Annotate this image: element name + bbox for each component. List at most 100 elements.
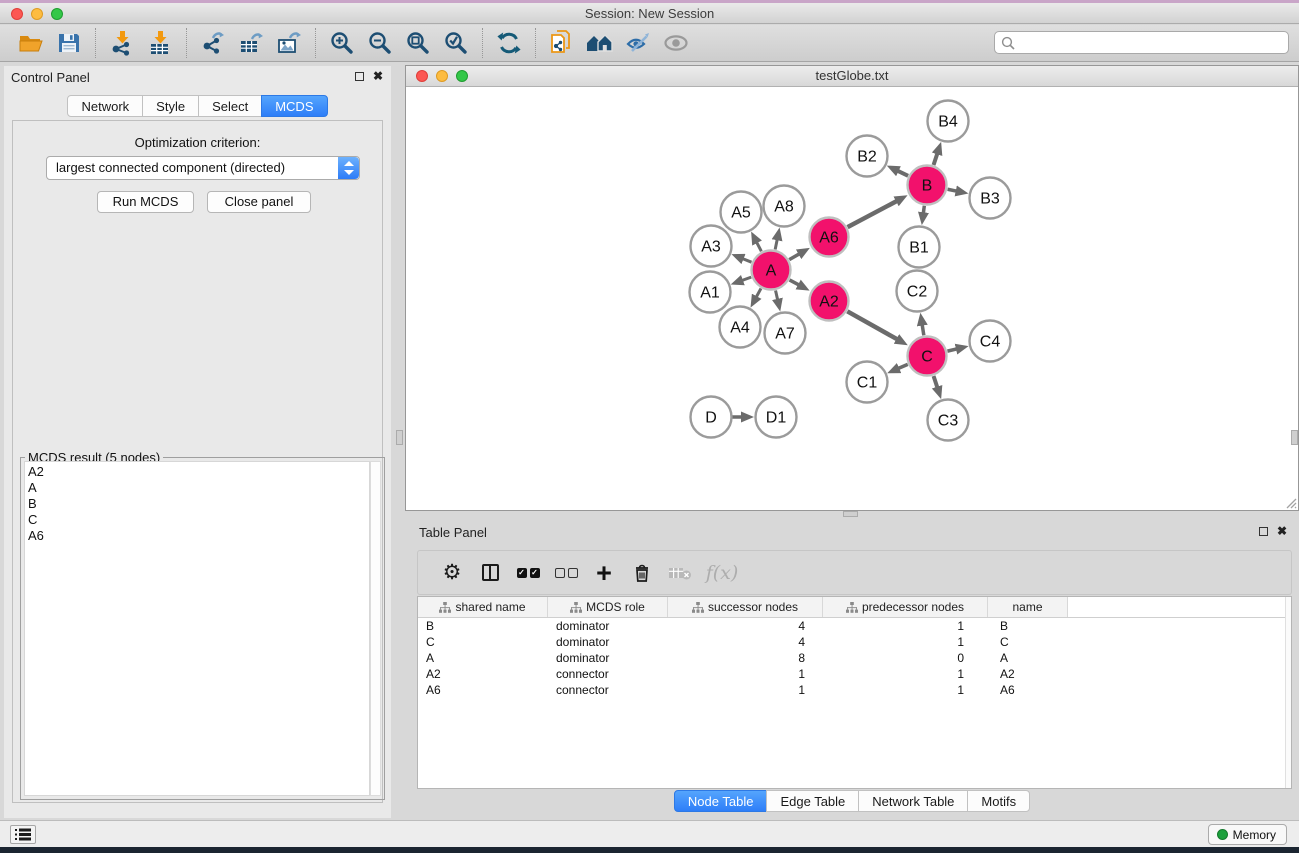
graph-edge-B-B3[interactable]	[948, 189, 959, 191]
graph-edge-C-C3[interactable]	[934, 376, 938, 390]
column-header-successor-nodes[interactable]: successor nodes	[668, 597, 823, 617]
network-graph-canvas[interactable]: AA1A2A3A4A5A6A7A8BB1B2B3B4CC1C2C3C4DD1	[406, 87, 1298, 510]
tab-mcds[interactable]: MCDS	[261, 95, 327, 117]
zoom-selected-icon[interactable]	[437, 27, 475, 59]
export-network-icon[interactable]	[194, 27, 232, 59]
graph-node-label-B1: B1	[909, 240, 929, 257]
graph-edge-C-C1[interactable]	[896, 364, 907, 369]
app-titlebar: Session: New Session	[0, 3, 1299, 24]
graph-edge-C-C4[interactable]	[947, 348, 958, 351]
table-panel-title: Table Panel	[419, 525, 487, 540]
delete-column-trash-icon[interactable]	[623, 562, 661, 584]
zoom-in-icon[interactable]	[323, 27, 361, 59]
first-neighbors-houses-icon[interactable]	[581, 27, 619, 59]
float-table-panel-icon[interactable]	[1259, 527, 1268, 536]
graph-node-label-C3: C3	[938, 413, 959, 430]
graph-edge-C-C2[interactable]	[922, 323, 924, 336]
column-header-name[interactable]: name	[988, 597, 1068, 617]
save-session-icon[interactable]	[50, 27, 88, 59]
column-header-predecessor-nodes[interactable]: predecessor nodes	[823, 597, 988, 617]
table-row[interactable]: A6connector11A6	[418, 682, 1291, 698]
table-row[interactable]: A2connector11A2	[418, 666, 1291, 682]
table-scrollbar[interactable]	[1285, 597, 1291, 788]
mcds-result-item[interactable]: B	[28, 496, 369, 512]
table-settings-gear-icon[interactable]: ⚙	[433, 563, 471, 583]
close-table-panel-icon[interactable]: ✖	[1277, 526, 1287, 536]
graph-edge-B-B2[interactable]	[896, 170, 908, 176]
close-panel-icon[interactable]: ✖	[373, 71, 383, 81]
hide-graphics-details-icon[interactable]	[619, 27, 657, 59]
export-table-icon[interactable]	[232, 27, 270, 59]
close-panel-button[interactable]: Close panel	[207, 191, 311, 213]
bottom-splitter-handle[interactable]	[843, 511, 858, 517]
session-title: Session: New Session	[0, 6, 1299, 21]
graph-edge-A-A5[interactable]	[756, 240, 762, 251]
refresh-icon[interactable]	[490, 27, 528, 59]
graph-node-label-A1: A1	[700, 285, 720, 302]
table-tab-motifs[interactable]: Motifs	[967, 790, 1030, 812]
table-tab-node-table[interactable]: Node Table	[674, 790, 768, 812]
create-network-from-selection-icon[interactable]	[543, 27, 581, 59]
float-panel-icon[interactable]	[355, 72, 364, 81]
optimization-criterion-select[interactable]: largest connected component (directed)	[46, 156, 360, 180]
mcds-result-item[interactable]: A2	[28, 464, 369, 480]
tab-style[interactable]: Style	[142, 95, 199, 117]
table-cell: 4	[668, 618, 823, 634]
run-mcds-button[interactable]: Run MCDS	[97, 191, 194, 213]
mcds-result-group: MCDS result (5 nodes) A2ABCA6	[20, 457, 385, 800]
graph-edge-A-A4[interactable]	[755, 288, 761, 298]
column-header-MCDS-role[interactable]: MCDS role	[548, 597, 668, 617]
memory-button[interactable]: Memory	[1208, 824, 1287, 845]
export-image-icon[interactable]	[270, 27, 308, 59]
table-tab-edge-table[interactable]: Edge Table	[766, 790, 859, 812]
graph-node-label-C4: C4	[980, 334, 1001, 351]
mcds-result-item[interactable]: C	[28, 512, 369, 528]
graph-edge-A-A7[interactable]	[776, 290, 779, 301]
desktop-background-strip	[0, 847, 1299, 853]
window-resize-grip[interactable]	[1283, 495, 1297, 509]
right-splitter-handle[interactable]	[1291, 430, 1298, 445]
network-window-title: testGlobe.txt	[406, 68, 1298, 83]
graph-edge-A2-C[interactable]	[847, 311, 899, 340]
graph-edge-A6-B[interactable]	[848, 200, 899, 227]
open-file-icon[interactable]	[12, 27, 50, 59]
select-stepper-icon	[338, 157, 359, 179]
select-all-columns-icon[interactable]: ✓✓	[509, 568, 547, 578]
search-input[interactable]	[1019, 33, 1283, 52]
zoom-fit-icon[interactable]	[399, 27, 437, 59]
graph-edge-B-B4[interactable]	[934, 151, 938, 165]
tab-network[interactable]: Network	[67, 95, 143, 117]
mcds-list-scrollbar[interactable]	[370, 461, 381, 796]
table-tab-network-table[interactable]: Network Table	[858, 790, 968, 812]
graph-node-label-A5: A5	[731, 205, 751, 222]
graph-node-label-C2: C2	[907, 284, 928, 301]
show-task-history-button[interactable]	[10, 825, 36, 844]
graph-edge-A-A2[interactable]	[790, 280, 801, 286]
show-graphics-details-eye-icon[interactable]	[657, 27, 695, 59]
graph-edge-A-A6[interactable]	[789, 253, 801, 260]
import-table-icon[interactable]	[141, 27, 179, 59]
table-row[interactable]: Adominator80A	[418, 650, 1291, 666]
mcds-result-item[interactable]: A6	[28, 528, 369, 544]
search-field[interactable]	[994, 31, 1289, 54]
graph-edge-A-A8[interactable]	[775, 237, 777, 249]
graph-edge-B-B1[interactable]	[923, 206, 924, 215]
network-window-titlebar[interactable]: testGlobe.txt	[406, 66, 1298, 87]
table-cell: 1	[823, 634, 988, 650]
add-column-icon[interactable]: +	[585, 562, 623, 584]
graph-node-label-B4: B4	[938, 114, 958, 131]
table-row[interactable]: Bdominator41B	[418, 618, 1291, 634]
zoom-out-icon[interactable]	[361, 27, 399, 59]
left-splitter-handle[interactable]	[396, 430, 403, 445]
mcds-result-list: A2ABCA6	[24, 461, 370, 796]
column-header-shared-name[interactable]: shared name	[418, 597, 548, 617]
mcds-result-item[interactable]: A	[28, 480, 369, 496]
tab-select[interactable]: Select	[198, 95, 262, 117]
graph-edge-A-A1[interactable]	[740, 277, 751, 281]
graph-edge-A-A3[interactable]	[741, 258, 752, 262]
table-cell: B	[988, 618, 1068, 634]
deselect-all-columns-icon[interactable]	[547, 568, 585, 578]
column-browser-icon[interactable]	[471, 564, 509, 581]
import-network-icon[interactable]	[103, 27, 141, 59]
table-row[interactable]: Cdominator41C	[418, 634, 1291, 650]
